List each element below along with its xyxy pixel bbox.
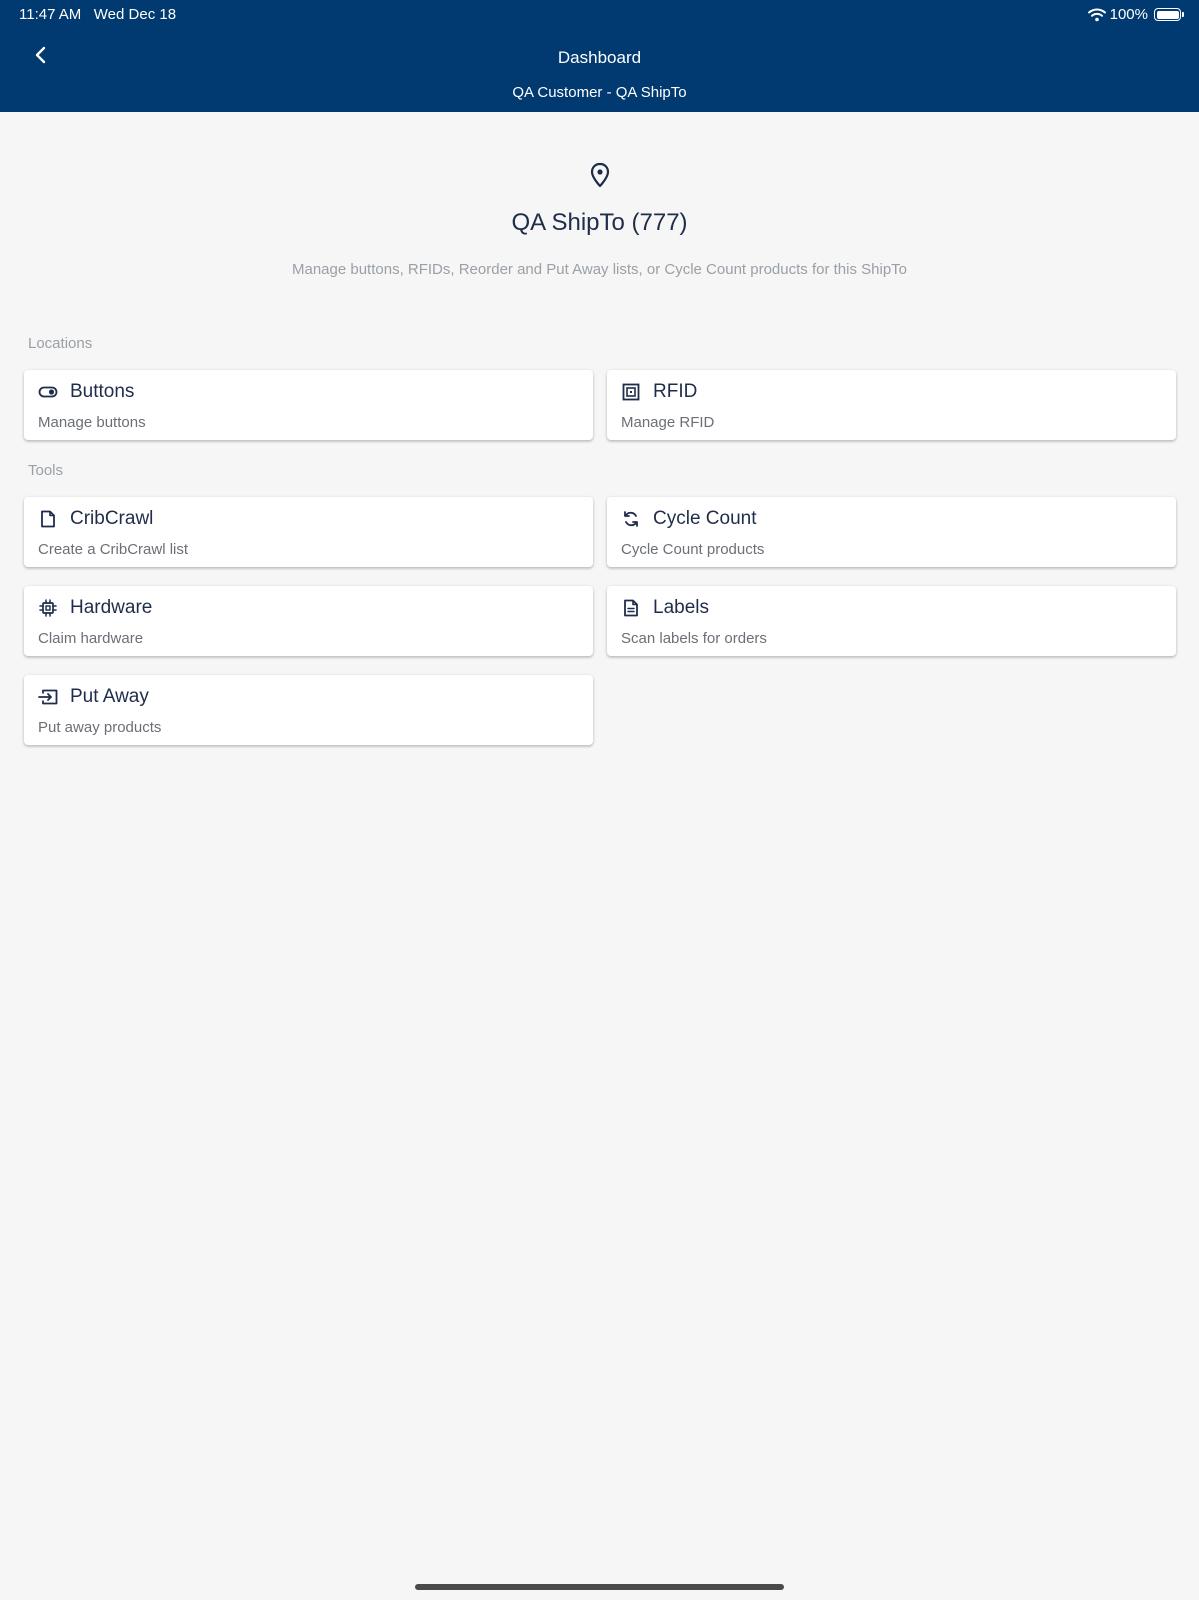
rfid-icon: [621, 382, 641, 402]
card-cycle-count[interactable]: Cycle Count Cycle Count products: [607, 497, 1176, 567]
card-put-away[interactable]: Put Away Put away products: [24, 675, 593, 745]
card-title: Put Away: [70, 686, 149, 707]
card-labels[interactable]: Labels Scan labels for orders: [607, 586, 1176, 656]
app-header: 11:47 AM Wed Dec 18 100% Dashboard QA Cu…: [0, 0, 1199, 112]
home-indicator[interactable]: [415, 1584, 784, 1590]
card-rfid[interactable]: RFID Manage RFID: [607, 370, 1176, 440]
chip-icon: [38, 598, 58, 618]
card-buttons[interactable]: Buttons Manage buttons: [24, 370, 593, 440]
section-label-tools: Tools: [28, 462, 64, 479]
card-title: Labels: [653, 597, 709, 618]
card-title: Buttons: [70, 381, 135, 402]
card-description: Put away products: [38, 719, 162, 736]
card-description: Claim hardware: [38, 630, 144, 647]
card-description: Cycle Count products: [621, 541, 765, 558]
wifi-icon: [1087, 8, 1106, 21]
card-title: Cycle Count: [653, 508, 757, 529]
shipto-title: QA ShipTo (777): [511, 209, 688, 236]
card-title: CribCrawl: [70, 508, 154, 529]
file-icon: [38, 509, 58, 529]
card-title: Hardware: [70, 597, 153, 618]
status-time-value: 11:47 AM: [19, 6, 82, 23]
status-date-value: Wed Dec 18: [93, 6, 177, 23]
card-title: RFID: [653, 381, 698, 402]
card-cribcrawl[interactable]: CribCrawl Create a CribCrawl list: [24, 497, 593, 567]
status-indicators: 100%: [1087, 6, 1184, 23]
toggle-icon: [38, 382, 58, 402]
battery-icon: [1154, 8, 1184, 21]
map-pin-icon: [590, 162, 609, 188]
card-description: Manage buttons: [38, 414, 146, 431]
status-time: 11:47 AM Wed Dec 18: [19, 6, 176, 23]
shipto-summary: QA ShipTo (777) Manage buttons, RFIDs, R…: [0, 162, 1199, 278]
card-hardware[interactable]: Hardware Claim hardware: [24, 586, 593, 656]
shipto-description: Manage buttons, RFIDs, Reorder and Put A…: [291, 261, 907, 278]
section-label-locations: Locations: [28, 335, 93, 352]
document-icon: [621, 598, 641, 618]
refresh-icon: [621, 509, 641, 529]
card-description: Scan labels for orders: [621, 630, 767, 647]
page-title: Dashboard: [557, 48, 642, 67]
battery-percent: 100%: [1109, 6, 1148, 23]
card-description: Manage RFID: [621, 414, 715, 431]
page-subtitle: QA Customer - QA ShipTo: [512, 84, 687, 101]
put-away-icon: [38, 687, 58, 707]
card-description: Create a CribCrawl list: [38, 541, 189, 558]
